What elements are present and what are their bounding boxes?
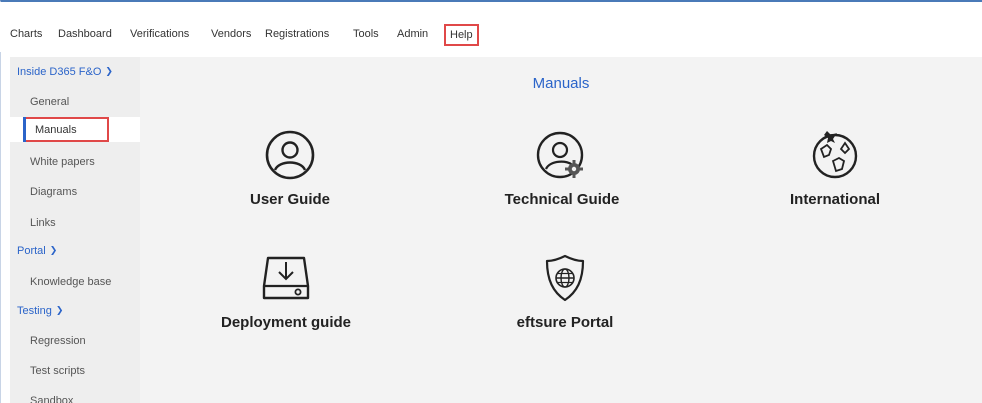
drive-download-icon — [262, 256, 310, 300]
nav-registrations[interactable]: Registrations — [265, 28, 329, 40]
sidebar-item-white-papers[interactable]: White papers — [30, 156, 95, 168]
globe-plane-icon — [812, 131, 858, 179]
sidebar-section-portal[interactable]: Portal ❯ — [17, 245, 57, 257]
nav-help[interactable]: Help — [444, 24, 479, 46]
card-label: Deployment guide — [220, 314, 351, 331]
chevron-down-icon: ❯ — [55, 305, 64, 315]
chevron-down-icon: ❯ — [49, 245, 58, 255]
main-content: Manuals User Guide Technical Guide Inter… — [140, 57, 982, 403]
top-nav: Charts Dashboard Verifications Vendors R… — [0, 2, 982, 52]
nav-tools[interactable]: Tools — [353, 28, 379, 40]
sidebar-item-regression[interactable]: Regression — [30, 335, 86, 347]
card-deployment-guide[interactable]: Deployment guide — [216, 250, 356, 331]
sidebar-item-general[interactable]: General — [30, 96, 69, 108]
sidebar-section-inside-d365[interactable]: Inside D365 F&O ❯ — [17, 66, 113, 78]
nav-admin[interactable]: Admin — [397, 28, 428, 40]
nav-vendors[interactable]: Vendors — [211, 28, 251, 40]
user-gear-icon — [536, 131, 584, 179]
nav-charts[interactable]: Charts — [10, 28, 42, 40]
page-title: Manuals — [532, 75, 590, 92]
sidebar-section-label: Inside D365 F&O — [17, 66, 102, 78]
sidebar-section-testing[interactable]: Testing ❯ — [17, 305, 63, 317]
sidebar — [10, 57, 140, 403]
card-user-guide[interactable]: User Guide — [235, 127, 345, 208]
sidebar-section-label: Testing — [17, 305, 52, 317]
sidebar-section-label: Portal — [17, 245, 46, 257]
card-international[interactable]: International — [770, 127, 900, 208]
shield-globe-icon — [545, 254, 585, 302]
sidebar-item-manuals[interactable]: Manuals — [23, 117, 109, 142]
card-label: Technical Guide — [504, 191, 620, 208]
card-label: eftsure Portal — [516, 314, 614, 331]
nav-verifications[interactable]: Verifications — [130, 28, 189, 40]
card-label: User Guide — [249, 191, 331, 208]
nav-dashboard[interactable]: Dashboard — [58, 28, 112, 40]
sidebar-item-test-scripts[interactable]: Test scripts — [30, 365, 85, 377]
card-label: International — [789, 191, 880, 208]
sidebar-item-knowledge-base[interactable]: Knowledge base — [30, 276, 111, 288]
user-circle-icon — [265, 130, 315, 180]
card-technical-guide[interactable]: Technical Guide — [492, 127, 632, 208]
sidebar-item-sandbox[interactable]: Sandbox — [30, 395, 73, 403]
sidebar-item-diagrams[interactable]: Diagrams — [30, 186, 77, 198]
card-eftsure-portal[interactable]: eftsure Portal — [500, 250, 630, 331]
sidebar-item-links[interactable]: Links — [30, 217, 56, 229]
chevron-down-icon: ❯ — [105, 66, 113, 76]
